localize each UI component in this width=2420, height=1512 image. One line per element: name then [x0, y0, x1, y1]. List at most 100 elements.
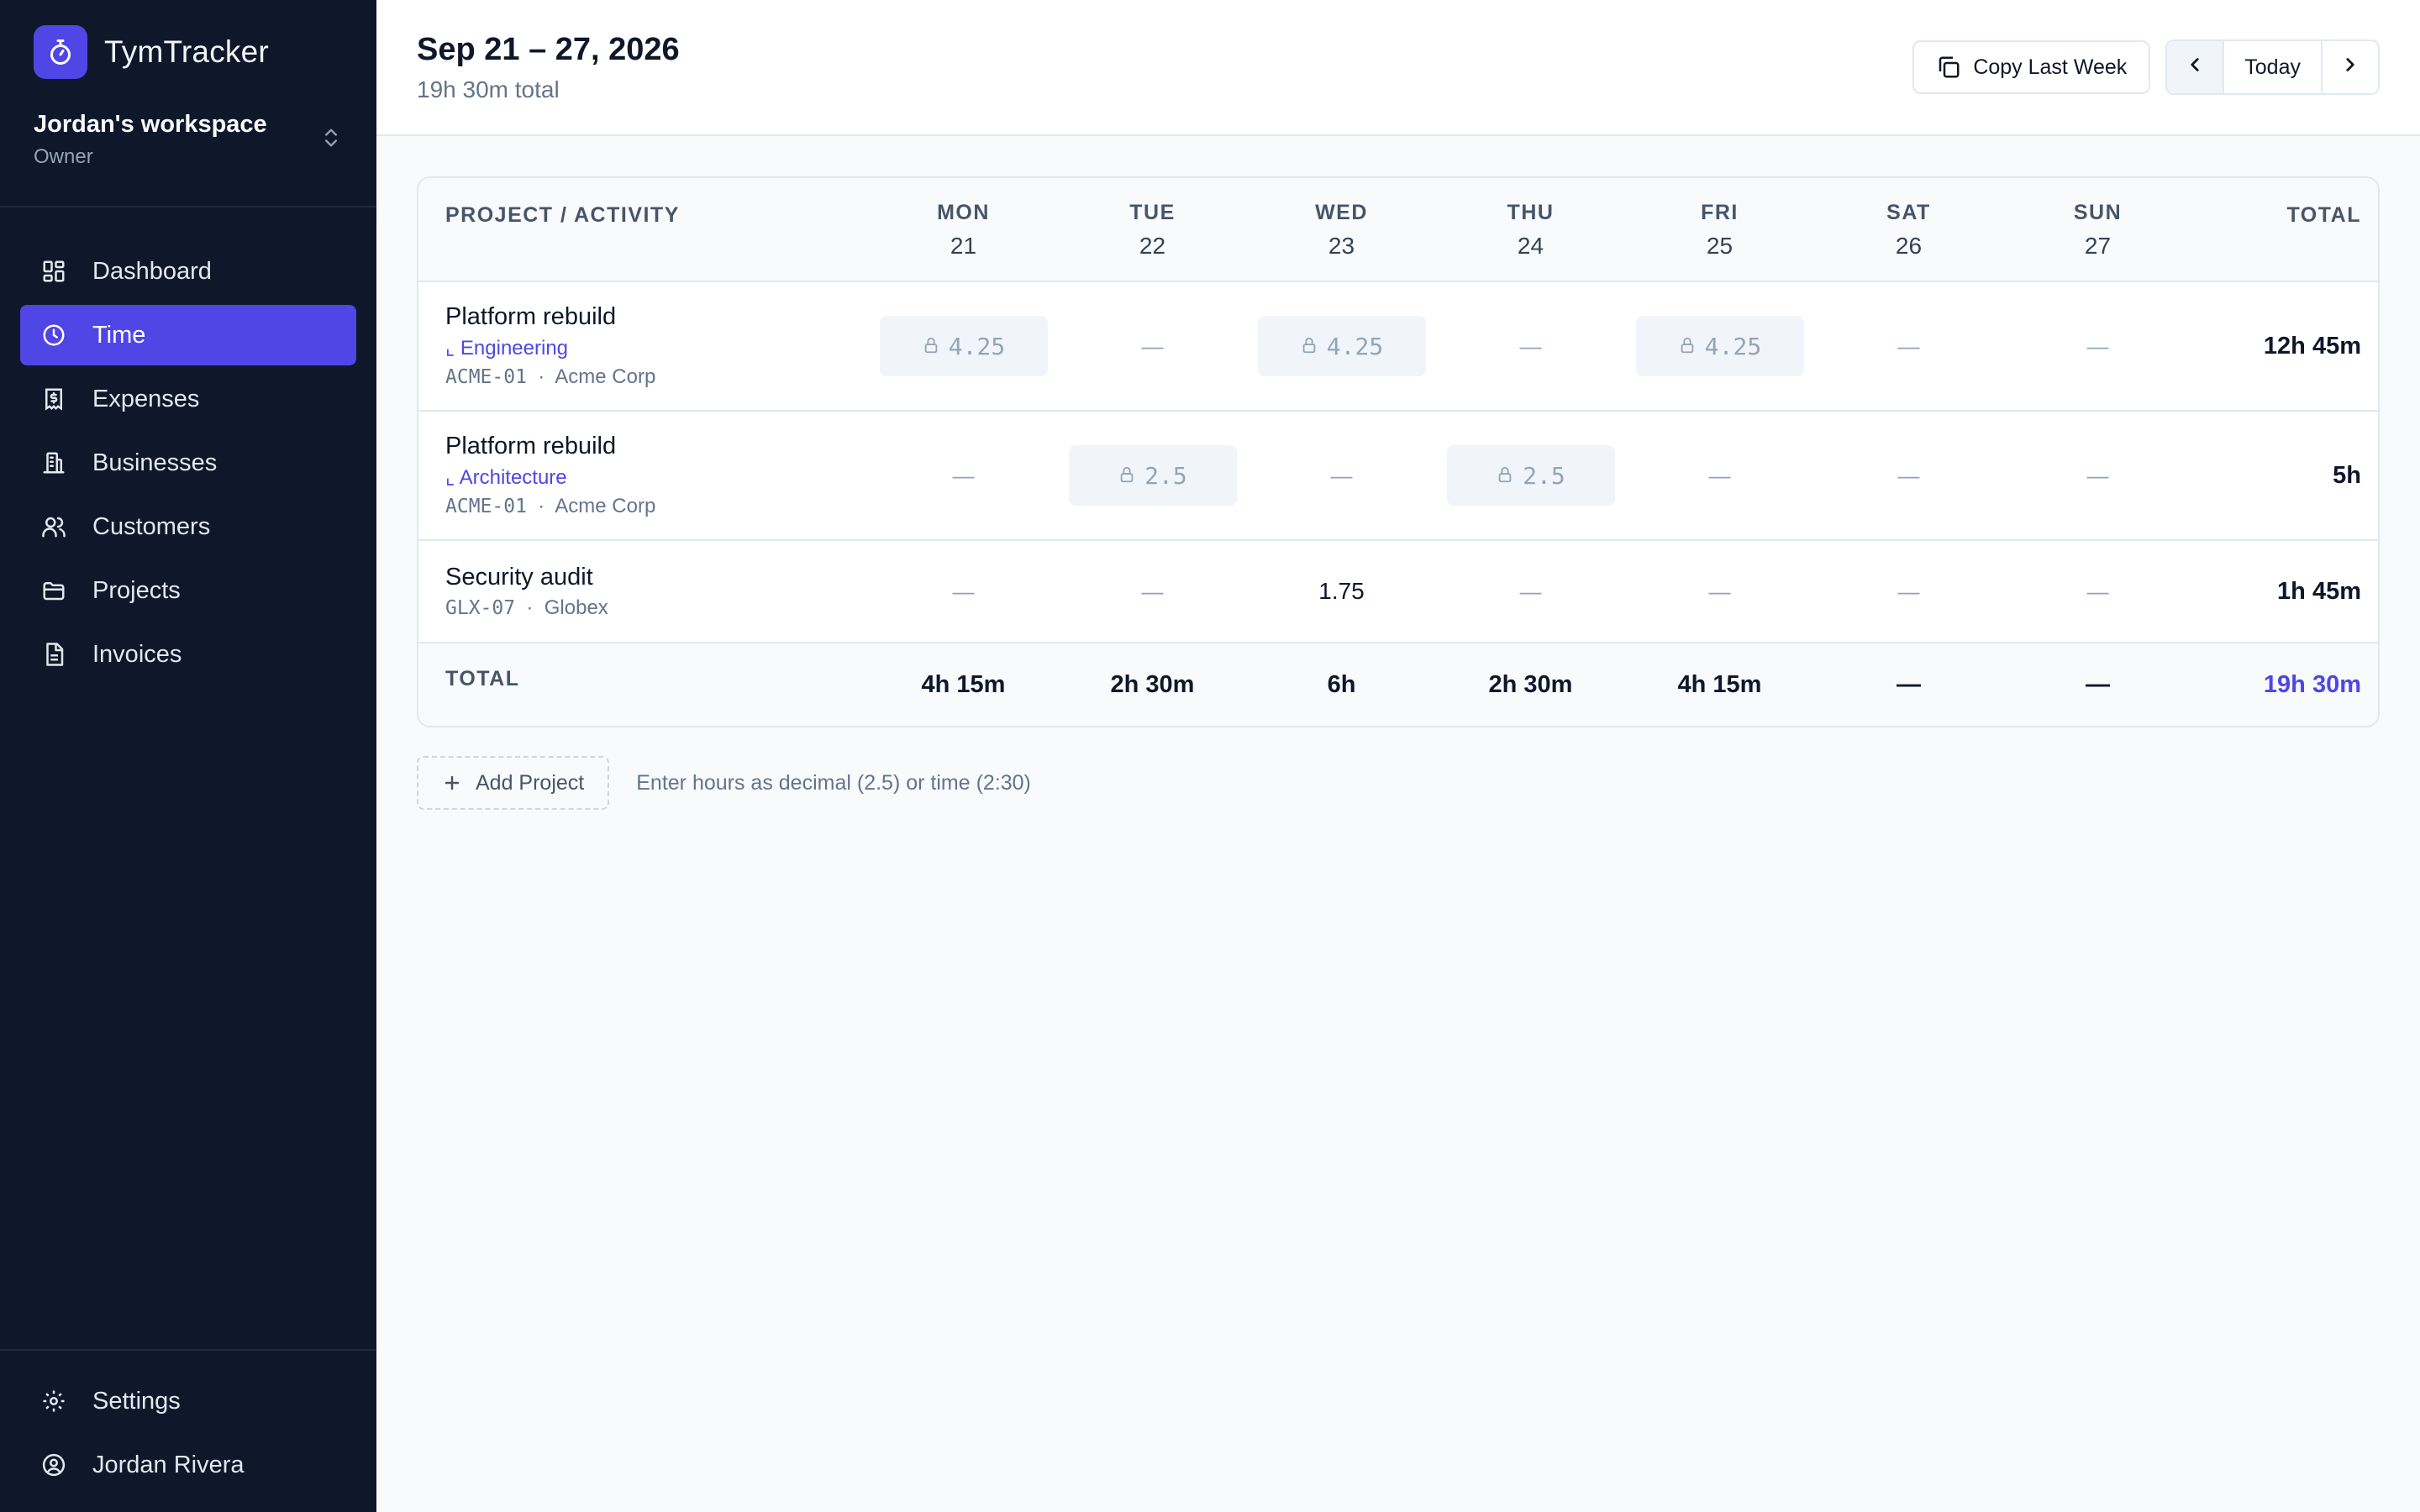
sidebar-item-label: Projects	[92, 576, 181, 604]
day-name: FRI	[1701, 201, 1739, 224]
sidebar-item-label: Time	[92, 321, 146, 349]
hours-cell[interactable]: —	[1058, 282, 1247, 410]
sidebar-item-label: Dashboard	[92, 257, 212, 285]
empty-hours[interactable]: —	[1142, 333, 1164, 360]
empty-hours[interactable]: —	[1520, 579, 1542, 605]
empty-hours[interactable]: —	[1898, 579, 1920, 605]
app-name: TymTracker	[104, 34, 269, 69]
user-name: Jordan Rivera	[92, 1451, 245, 1478]
empty-hours[interactable]: —	[2087, 463, 2109, 489]
empty-hours[interactable]: —	[1898, 463, 1920, 489]
empty-hours[interactable]: —	[1898, 333, 1920, 360]
hours-cell[interactable]: —	[1247, 412, 1436, 539]
sidebar-item-dashboard[interactable]: Dashboard	[20, 241, 356, 302]
table-row: Platform rebuild ⌞ Engineering ACME-01 · A…	[418, 282, 2378, 412]
lock-icon	[922, 333, 940, 360]
day-name: TUE	[1129, 201, 1176, 224]
project-code: ACME-01	[445, 366, 527, 388]
hours-value: 2.5	[1144, 461, 1187, 490]
hours-cell[interactable]: —	[2003, 541, 2192, 642]
today-button[interactable]: Today	[2223, 41, 2323, 93]
day-total-wed: 6h	[1327, 670, 1356, 698]
sidebar-item-settings[interactable]: Settings	[20, 1371, 356, 1431]
hours-value: 4.25	[948, 332, 1006, 360]
day-name: SAT	[1886, 201, 1931, 224]
empty-hours[interactable]: —	[1331, 463, 1353, 489]
next-week-button[interactable]	[2323, 41, 2378, 93]
footer-total-label: TOTAL	[445, 667, 520, 690]
project-name[interactable]: Platform rebuild	[445, 303, 869, 331]
column-header-fri: FRI 25	[1625, 196, 1814, 263]
column-header-sat: SAT 26	[1814, 196, 2003, 263]
workspace-name: Jordan's workspace	[34, 111, 267, 138]
hours-cell[interactable]: —	[869, 541, 1058, 642]
sidebar-item-label: Expenses	[92, 385, 200, 412]
hours-cell[interactable]: 1.75	[1247, 541, 1436, 642]
previous-week-button[interactable]	[2167, 41, 2223, 93]
row-total: 1h 45m	[2277, 577, 2361, 605]
subitem-arrow-icon: ⌞	[445, 466, 460, 489]
project-name[interactable]: Platform rebuild	[445, 433, 869, 460]
hours-cell[interactable]: —	[869, 412, 1058, 539]
hours-cell[interactable]: —	[2003, 412, 2192, 539]
day-total-mon: 4h 15m	[921, 670, 1006, 698]
day-number: 25	[1706, 233, 1733, 259]
add-project-label: Add Project	[476, 770, 585, 795]
empty-hours[interactable]: —	[1142, 579, 1164, 605]
hours-value: 4.25	[1326, 332, 1384, 360]
copy-icon	[1936, 55, 1961, 80]
sidebar-item-invoices[interactable]: Invoices	[20, 624, 356, 685]
copy-last-week-button[interactable]: Copy Last Week	[1912, 40, 2151, 94]
table-footer: TOTAL 4h 15m 2h 30m 6h 2h 30m 4h 15m — —…	[418, 643, 2378, 726]
user-profile[interactable]: Jordan Rivera	[20, 1435, 356, 1495]
empty-hours[interactable]: —	[1520, 333, 1542, 360]
user-circle-icon	[40, 1452, 67, 1478]
hours-cell[interactable]: —	[1436, 541, 1625, 642]
settings-label: Settings	[92, 1387, 181, 1415]
project-cell: Platform rebuild ⌞ Architecture ACME-01 · …	[418, 433, 869, 518]
day-total-thu: 2h 30m	[1488, 670, 1573, 698]
add-project-button[interactable]: Add Project	[417, 756, 610, 810]
hours-cell[interactable]: —	[1625, 541, 1814, 642]
day-total-fri: 4h 15m	[1677, 670, 1762, 698]
hours-cell[interactable]: —	[1814, 412, 2003, 539]
empty-hours[interactable]: —	[2087, 579, 2109, 605]
day-number: 22	[1139, 233, 1166, 259]
column-header-wed: WED 23	[1247, 196, 1436, 263]
hours-cell[interactable]: —	[1436, 282, 1625, 410]
sidebar-item-customers[interactable]: Customers	[20, 496, 356, 557]
day-total-sat: —	[1897, 670, 1921, 698]
brand[interactable]: TymTracker	[0, 0, 376, 104]
sidebar-item-projects[interactable]: Projects	[20, 560, 356, 621]
day-name: SUN	[2073, 201, 2123, 224]
chevron-left-icon	[2184, 54, 2206, 81]
hours-cell[interactable]: —	[1814, 282, 2003, 410]
day-number: 24	[1517, 233, 1544, 259]
sidebar-item-expenses[interactable]: Expenses	[20, 369, 356, 429]
hours-cell[interactable]: —	[1814, 541, 2003, 642]
hours-cell[interactable]: —	[1625, 412, 1814, 539]
row-total: 5h	[2333, 461, 2361, 489]
building-icon	[40, 449, 67, 476]
client-name: Globex	[544, 596, 608, 619]
grand-total: 19h 30m	[2263, 670, 2361, 698]
hours-cell[interactable]: —	[2003, 282, 2192, 410]
copy-last-week-label: Copy Last Week	[1973, 55, 2128, 79]
activity-label: ⌞ Architecture	[445, 465, 869, 490]
project-code: ACME-01	[445, 496, 527, 517]
workspace-switcher[interactable]: Jordan's workspace Owner	[0, 104, 376, 207]
empty-hours[interactable]: —	[2087, 333, 2109, 360]
column-header-tue: TUE 22	[1058, 196, 1247, 263]
hours-cell: 4.25	[869, 282, 1058, 410]
users-icon	[40, 513, 67, 540]
empty-hours[interactable]: —	[1709, 579, 1731, 605]
hours-value[interactable]: 1.75	[1318, 578, 1365, 605]
hours-cell[interactable]: —	[1058, 541, 1247, 642]
sidebar-item-time[interactable]: Time	[20, 305, 356, 365]
empty-hours[interactable]: —	[1709, 463, 1731, 489]
header-actions: Copy Last Week Today	[1912, 39, 2380, 95]
project-name[interactable]: Security audit	[445, 564, 869, 591]
empty-hours[interactable]: —	[953, 463, 975, 489]
empty-hours[interactable]: —	[953, 579, 975, 605]
sidebar-item-businesses[interactable]: Businesses	[20, 433, 356, 493]
